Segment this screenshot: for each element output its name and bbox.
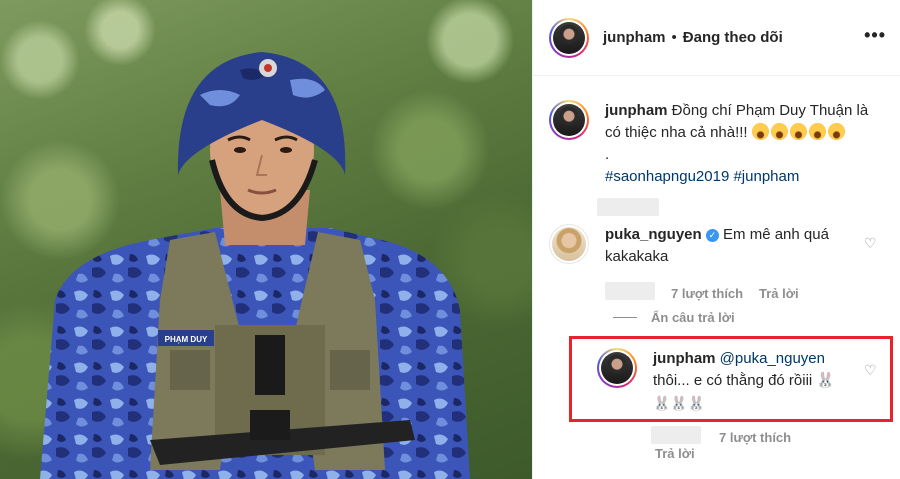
laughing-emoji-icon	[827, 123, 845, 140]
reply-reply-button[interactable]: Trả lời	[655, 446, 695, 461]
laughing-emoji-icon	[789, 123, 807, 140]
follow-status-button[interactable]: Đang theo dõi	[683, 29, 783, 46]
more-options-icon[interactable]: •••	[864, 26, 886, 44]
comment-item: puka_nguyen ✓ Em mê anh quá kakakaka	[549, 224, 850, 268]
commenter-avatar[interactable]	[549, 224, 589, 264]
verified-badge-icon: ✓	[705, 229, 719, 242]
laughing-emojis	[751, 123, 847, 141]
caption-username[interactable]: junpham	[605, 102, 668, 119]
header-username[interactable]: junpham	[603, 29, 666, 46]
commenter-username[interactable]: puka_nguyen	[605, 226, 702, 243]
laughing-emoji-icon	[751, 123, 769, 140]
reply-time-placeholder	[651, 426, 701, 444]
comment-reply-button[interactable]: Trả lời	[759, 286, 799, 301]
header-separator: •	[671, 29, 677, 46]
reply-likes[interactable]: 7 lượt thích	[719, 430, 791, 445]
post-header: junpham • Đang theo dõi •••	[533, 0, 900, 76]
laughing-emoji-icon	[770, 123, 788, 140]
author-avatar[interactable]	[549, 17, 589, 58]
name-tag: PHẠM DUY	[165, 335, 208, 344]
hashtags-link[interactable]: #saonhapngu2019 #junpham	[605, 168, 799, 185]
soldier-illustration: PHẠM DUY	[40, 52, 470, 479]
comment-time-placeholder	[605, 282, 655, 300]
hide-replies-toggle[interactable]: Ẩn câu trả lời	[613, 310, 735, 325]
like-comment-heart-icon[interactable]: ♡	[864, 235, 877, 252]
caption: junpham Đồng chí Phạm Duy Thuận là có th…	[549, 100, 875, 188]
highlight-box	[569, 336, 893, 422]
caption-avatar[interactable]	[549, 100, 589, 140]
caption-dot: .	[605, 146, 610, 163]
hide-replies-label: Ẩn câu trả lời	[651, 310, 735, 325]
post-photo[interactable]: PHẠM DUY	[0, 0, 532, 479]
laughing-emoji-icon	[808, 123, 826, 140]
comment-likes[interactable]: 7 lượt thích	[671, 286, 743, 301]
timestamp-placeholder	[597, 198, 659, 216]
